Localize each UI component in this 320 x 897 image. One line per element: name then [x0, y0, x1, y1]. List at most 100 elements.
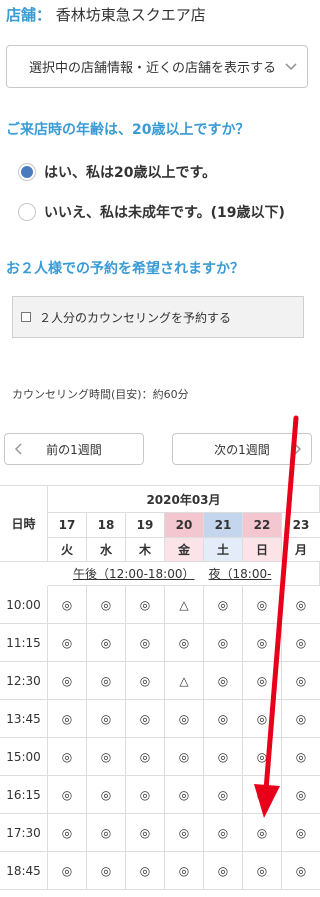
prev-week-button[interactable]: 前の1週間 — [4, 433, 144, 465]
slot-available[interactable]: ◎ — [126, 776, 165, 814]
slot-available[interactable]: ◎ — [48, 852, 87, 890]
slot-available[interactable]: ◎ — [165, 624, 204, 662]
slot-available[interactable]: ◎ — [48, 700, 87, 738]
time-label: 10:00 — [0, 586, 48, 624]
day-number: 19 — [126, 513, 165, 538]
store-line: 店舗： 香林坊東急スクエア店 — [6, 4, 206, 25]
period-row: 午後（12:00-18:00） 夜（18:00- — [48, 562, 320, 586]
pair-question-title: お２人様での予約を希望されますか？ — [6, 261, 244, 277]
slot-available[interactable]: ◎ — [48, 586, 87, 624]
slot-available[interactable]: ◎ — [204, 700, 243, 738]
slot-available[interactable]: ◎ — [87, 662, 126, 700]
slot-available[interactable]: ◎ — [204, 852, 243, 890]
slot-available[interactable]: ◎ — [204, 586, 243, 624]
slot-available[interactable]: ◎ — [165, 776, 204, 814]
slot-available[interactable]: ◎ — [243, 852, 282, 890]
slot-available[interactable]: ◎ — [165, 814, 204, 852]
pair-checkbox-label: ２人分のカウンセリングを予約する — [39, 310, 232, 325]
slot-few-available[interactable]: △ — [165, 586, 204, 624]
period-night[interactable]: 夜（18:00- — [209, 565, 272, 582]
day-number: 17 — [48, 513, 87, 538]
time-label: 13:45 — [0, 700, 48, 738]
age-option-adult[interactable]: はい、私は20歳以上です。 — [18, 162, 216, 182]
checkbox-icon[interactable] — [21, 312, 31, 322]
time-label: 11:15 — [0, 624, 48, 662]
slot-available[interactable]: ◎ — [48, 776, 87, 814]
slot-available[interactable]: ◎ — [87, 624, 126, 662]
slot-available[interactable]: ◎ — [243, 662, 282, 700]
slot-available[interactable]: ◎ — [165, 852, 204, 890]
day-number: 20 — [165, 513, 204, 538]
slot-available[interactable]: ◎ — [243, 624, 282, 662]
slot-available[interactable]: ◎ — [282, 814, 320, 852]
slot-available[interactable]: ◎ — [204, 814, 243, 852]
slot-available[interactable]: ◎ — [243, 814, 282, 852]
time-label: 17:30 — [0, 814, 48, 852]
day-number: 18 — [87, 513, 126, 538]
slot-available[interactable]: ◎ — [87, 814, 126, 852]
slot-available[interactable]: ◎ — [204, 776, 243, 814]
slot-available[interactable]: ◎ — [282, 586, 320, 624]
slot-available[interactable]: ◎ — [243, 738, 282, 776]
day-weekday: 月 — [282, 538, 320, 562]
slot-available[interactable]: ◎ — [243, 700, 282, 738]
time-label: 15:00 — [0, 738, 48, 776]
day-weekday: 火 — [48, 538, 87, 562]
slot-available[interactable]: ◎ — [282, 852, 320, 890]
slot-available[interactable]: ◎ — [87, 700, 126, 738]
chevron-right-icon — [294, 443, 302, 455]
slot-available[interactable]: ◎ — [87, 738, 126, 776]
slot-available[interactable]: ◎ — [48, 738, 87, 776]
slot-available[interactable]: ◎ — [282, 662, 320, 700]
calendar-month: 2020年03月 — [48, 486, 320, 513]
day-number: 23 — [282, 513, 320, 538]
time-label: 18:45 — [0, 852, 48, 890]
counseling-duration: カウンセリング時間(目安)：約60分 — [12, 388, 189, 401]
slot-available[interactable]: ◎ — [48, 624, 87, 662]
slot-available[interactable]: ◎ — [282, 700, 320, 738]
slot-available[interactable]: ◎ — [243, 776, 282, 814]
slot-available[interactable]: ◎ — [165, 738, 204, 776]
time-label: 12:30 — [0, 662, 48, 700]
next-week-label: 次の1週間 — [214, 442, 270, 457]
store-label: 店舗： — [6, 6, 52, 24]
slot-available[interactable]: ◎ — [204, 662, 243, 700]
slot-available[interactable]: ◎ — [48, 662, 87, 700]
slot-available[interactable]: ◎ — [126, 814, 165, 852]
slot-available[interactable]: ◎ — [126, 662, 165, 700]
slot-available[interactable]: ◎ — [87, 776, 126, 814]
slot-available[interactable]: ◎ — [282, 776, 320, 814]
slot-few-available[interactable]: △ — [165, 662, 204, 700]
slot-available[interactable]: ◎ — [204, 624, 243, 662]
age-question-title: ご来店時の年齢は、20歳以上ですか？ — [6, 122, 250, 138]
period-afternoon[interactable]: 午後（12:00-18:00） — [73, 565, 195, 582]
age-option-adult-label: はい、私は20歳以上です。 — [44, 165, 217, 181]
slot-available[interactable]: ◎ — [87, 852, 126, 890]
age-option-minor[interactable]: いいえ、私は未成年です。(19歳以下) — [18, 202, 285, 222]
day-weekday: 金 — [165, 538, 204, 562]
slot-available[interactable]: ◎ — [126, 586, 165, 624]
slot-available[interactable]: ◎ — [126, 700, 165, 738]
availability-calendar: 日時 2020年03月 午後（12:00-18:00） 夜（18:00- 17 火… — [0, 485, 320, 897]
slot-available[interactable]: ◎ — [282, 624, 320, 662]
radio-selected-icon[interactable] — [18, 163, 36, 181]
day-weekday: 日 — [243, 538, 282, 562]
slot-available[interactable]: ◎ — [165, 700, 204, 738]
slot-available[interactable]: ◎ — [282, 738, 320, 776]
slot-available[interactable]: ◎ — [126, 624, 165, 662]
prev-week-label: 前の1週間 — [46, 442, 102, 457]
pair-checkbox-row[interactable]: ２人分のカウンセリングを予約する — [12, 296, 304, 338]
slot-available[interactable]: ◎ — [126, 738, 165, 776]
radio-unselected-icon[interactable] — [18, 203, 36, 221]
calendar-header-label: 日時 — [0, 486, 48, 562]
chevron-left-icon — [14, 443, 22, 455]
slot-available[interactable]: ◎ — [243, 586, 282, 624]
day-weekday: 水 — [87, 538, 126, 562]
slot-available[interactable]: ◎ — [204, 738, 243, 776]
slot-available[interactable]: ◎ — [126, 852, 165, 890]
slot-available[interactable]: ◎ — [48, 814, 87, 852]
next-week-button[interactable]: 次の1週間 — [172, 433, 312, 465]
slot-available[interactable]: ◎ — [87, 586, 126, 624]
store-select[interactable]: 選択中の店舗情報・近くの店舗を表示する — [6, 45, 308, 88]
time-label: 16:15 — [0, 776, 48, 814]
